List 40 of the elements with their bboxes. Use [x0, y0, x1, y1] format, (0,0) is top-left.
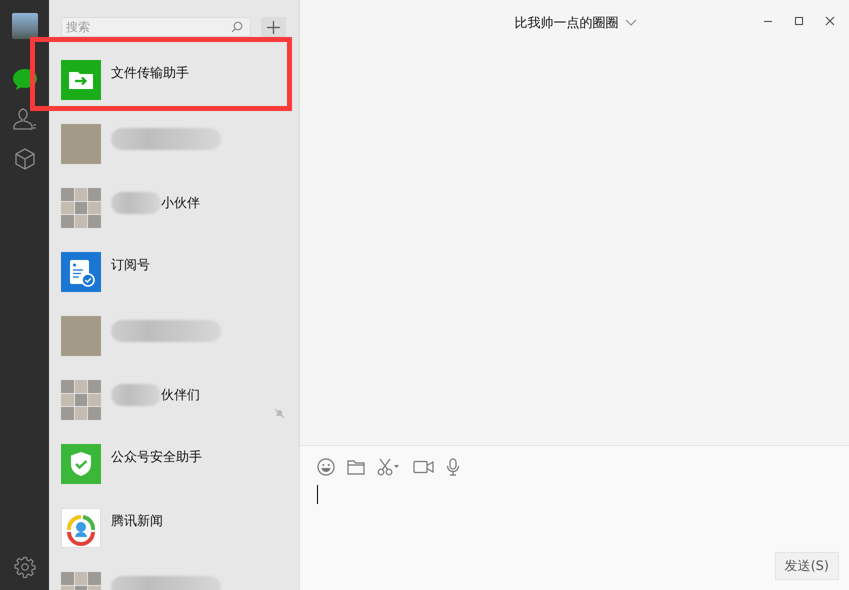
search-field[interactable]: 搜索 [61, 17, 251, 37]
chat-list-item[interactable]: 伙伴们 [49, 368, 299, 432]
video-camera-icon[interactable] [413, 460, 434, 474]
chat-name: 文件传输助手 [111, 65, 189, 82]
chat-list-item[interactable]: 公众号安全助手 [49, 432, 299, 496]
search-icon [231, 21, 243, 33]
cube-icon[interactable] [12, 147, 36, 171]
settings-icon[interactable] [14, 556, 36, 578]
plus-icon [267, 20, 280, 34]
avatar-photo-placeholder [61, 124, 101, 164]
group-avatar-placeholder [61, 188, 101, 228]
chat-name: 公众号安全助手 [111, 449, 202, 466]
close-icon [825, 16, 835, 26]
file-transfer-icon [61, 60, 101, 100]
chat-list-item[interactable]: 订阅号 [49, 240, 299, 304]
folder-icon[interactable] [347, 459, 365, 475]
chat-list-item[interactable]: 文件传输助手 [49, 48, 299, 112]
chat-name: 小伙伴 [161, 195, 200, 212]
emoji-icon[interactable] [317, 458, 335, 476]
text-cursor [317, 485, 318, 504]
scissors-icon[interactable] [377, 458, 401, 476]
maximize-icon [794, 16, 804, 26]
chat-name: 伙伴们 [161, 387, 200, 404]
chat-list-item[interactable]: 腾讯新闻 [49, 496, 299, 560]
chat-name: 订阅号 [111, 257, 150, 274]
microphone-icon[interactable] [446, 458, 460, 476]
group-avatar-placeholder [61, 380, 101, 420]
avatar-photo-placeholder [61, 316, 101, 356]
chevron-down-icon[interactable] [624, 19, 636, 26]
news-app-icon [61, 508, 101, 548]
document-check-icon [61, 252, 101, 292]
chat-title[interactable]: 比我帅一点的圈圈 [514, 14, 618, 32]
chat-name: 腾讯新闻 [111, 513, 163, 530]
person-icon[interactable] [12, 107, 38, 131]
send-button[interactable]: 发送(S) [774, 552, 839, 580]
profile-photo-placeholder[interactable] [12, 13, 38, 39]
chat-list-item[interactable]: 小伙伴 [49, 176, 299, 240]
add-button[interactable] [261, 17, 286, 37]
shield-check-icon [61, 444, 101, 484]
chat-bubble-icon[interactable] [12, 67, 38, 91]
